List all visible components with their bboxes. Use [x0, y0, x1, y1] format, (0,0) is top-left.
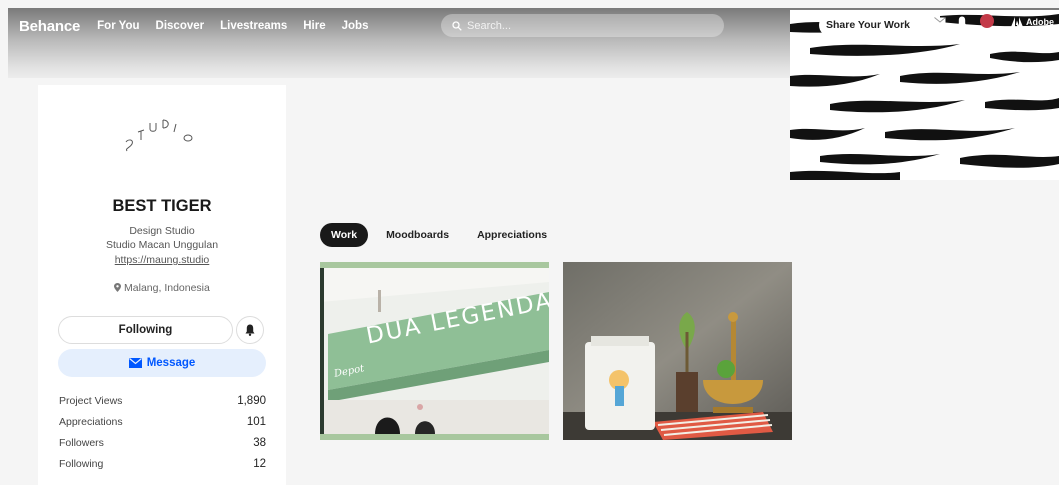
profile-name: BEST TIGER [112, 197, 212, 215]
nav-livestreams[interactable]: Livestreams [220, 20, 287, 32]
project-thumbnail[interactable] [563, 262, 792, 440]
bell-icon [245, 324, 255, 336]
stat-value: 12 [253, 458, 266, 470]
tab-work[interactable]: Work [320, 223, 369, 247]
behance-logo[interactable]: Behance [19, 18, 80, 35]
profile-location: Malang, Indonesia [38, 282, 286, 294]
search-input[interactable] [467, 19, 707, 32]
nav-discover[interactable]: Discover [156, 20, 205, 32]
adobe-label: Adobe [1026, 17, 1054, 27]
mail-icon[interactable] [934, 17, 946, 26]
message-label: Message [146, 357, 196, 369]
nav-hire[interactable]: Hire [303, 20, 325, 32]
adobe-icon [1011, 17, 1023, 27]
message-button[interactable]: Message [58, 349, 266, 377]
nav-for-you[interactable]: For You [97, 20, 139, 32]
studio-logo [125, 119, 193, 152]
envelope-icon [128, 358, 142, 368]
stat-value: 101 [246, 416, 266, 428]
stat-row: Project Views 1,890 [59, 395, 266, 416]
stat-label: Project Views [59, 395, 123, 407]
profile-tagline: Studio Macan Unggulan [105, 239, 219, 251]
profile-website-link[interactable]: https://maung.studio [38, 254, 286, 266]
stat-label: Appreciations [59, 416, 123, 428]
search-icon [452, 20, 462, 31]
stat-value: 1,890 [237, 395, 266, 407]
nav-jobs[interactable]: Jobs [342, 20, 369, 32]
location-text: Malang, Indonesia [124, 282, 210, 294]
stat-label: Followers [59, 437, 104, 449]
user-avatar[interactable] [980, 14, 994, 28]
profile-card: BEST TIGER Design Studio Studio Macan Un… [38, 85, 286, 485]
following-button[interactable]: Following [58, 316, 233, 344]
profile-type: Design Studio [129, 225, 195, 237]
stat-value: 38 [253, 437, 266, 449]
share-your-work-button[interactable]: Share Your Work [819, 13, 917, 37]
profile-stats: Project Views 1,890 Appreciations 101 Fo… [59, 395, 266, 479]
notify-bell-button[interactable] [236, 316, 264, 344]
stat-row: Appreciations 101 [59, 416, 266, 437]
tab-appreciations[interactable]: Appreciations [467, 223, 557, 247]
tab-moodboards[interactable]: Moodboards [376, 223, 459, 247]
adobe-link[interactable]: Adobe [1011, 17, 1054, 27]
stat-row: Following 12 [59, 458, 266, 479]
search-bar[interactable] [441, 14, 724, 37]
location-pin-icon [114, 283, 122, 292]
project-thumbnail[interactable]: Depot DUA LEGENDA [320, 262, 549, 440]
stat-label: Following [59, 458, 104, 470]
stat-row: Followers 38 [59, 437, 266, 458]
profile-tabs: Work Moodboards Appreciations [320, 223, 565, 247]
notification-bell-icon[interactable] [957, 16, 967, 28]
